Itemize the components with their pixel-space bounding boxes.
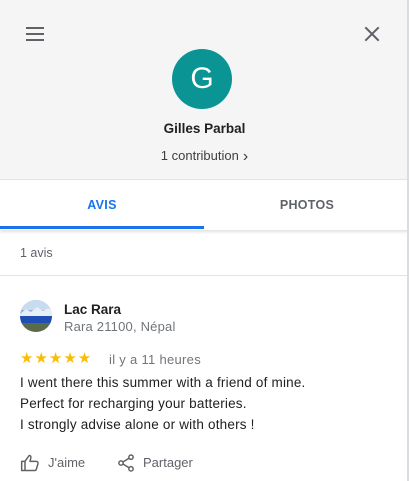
tab-avis[interactable]: AVIS bbox=[0, 181, 204, 230]
reviews-count: 1 avis bbox=[20, 246, 53, 260]
review-time: il y a 11 heures bbox=[109, 352, 201, 367]
thumb-up-icon bbox=[20, 453, 40, 473]
share-icon bbox=[116, 453, 136, 473]
tab-bar: AVIS PHOTOS bbox=[0, 181, 409, 230]
review-line: I went there this summer with a friend o… bbox=[20, 375, 306, 390]
chevron-right-icon: › bbox=[242, 148, 249, 165]
review-line: Perfect for recharging your batteries. bbox=[20, 396, 247, 411]
place-name[interactable]: Lac Rara bbox=[64, 302, 121, 317]
menu-icon[interactable] bbox=[26, 27, 46, 41]
profile-name: Gilles Parbal bbox=[163, 121, 246, 136]
active-tab-indicator bbox=[0, 226, 204, 229]
place-address: Rara 21100, Népal bbox=[64, 319, 176, 334]
tab-photos[interactable]: PHOTOS bbox=[205, 181, 409, 230]
star-rating: ★★★★★ bbox=[20, 350, 93, 367]
like-label: J'aime bbox=[48, 455, 86, 470]
contributions-link[interactable]: 1 contribution › bbox=[0, 147, 409, 165]
divider bbox=[0, 275, 409, 276]
share-label: Partager bbox=[143, 455, 193, 470]
avatar: G bbox=[172, 49, 232, 109]
contributions-label: 1 contribution bbox=[160, 148, 239, 163]
review-line: I strongly advise alone or with others ! bbox=[20, 417, 255, 432]
review-text: I went there this summer with a friend o… bbox=[20, 372, 306, 435]
place-thumbnail[interactable] bbox=[20, 300, 52, 332]
profile-header: G Gilles Parbal 1 contribution › bbox=[0, 0, 409, 180]
close-icon[interactable] bbox=[362, 24, 382, 44]
